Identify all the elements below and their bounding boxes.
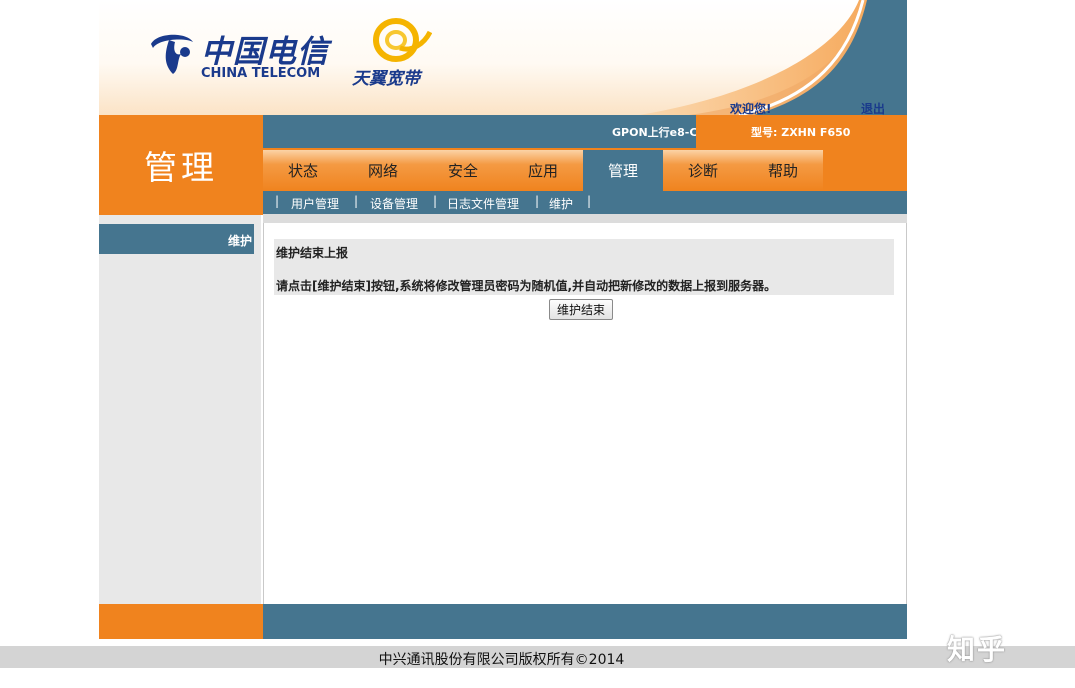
subnav-separator: | [275,194,280,208]
panel-title: 维护结束上报 [276,246,349,260]
tab-management[interactable]: 管理 [583,150,663,191]
device-info-bar: GPON上行e8-C 型号: ZXHN F650 [263,115,907,148]
subnav-divider [263,214,907,223]
subnav-separator: | [433,194,438,208]
maintenance-report-panel: 维护结束上报 请点击[维护结束]按钮,系统将修改管理员密码为随机值,并自动把新修… [274,239,894,295]
tianyi-brand-text: 天翼宽带 [352,69,420,89]
main-tabs: 状态 网络 安全 应用 管理 诊断 帮助 [263,148,907,191]
tab-network[interactable]: 网络 [343,150,423,191]
subnav-user-management[interactable]: 用户管理 [291,195,339,212]
china-telecom-emblem-icon [151,34,193,74]
main-content: 维护结束上报 请点击[维护结束]按钮,系统将修改管理员密码为随机值,并自动把新修… [263,223,907,604]
end-maintenance-button[interactable]: 维护结束 [549,299,614,320]
header-banner: 中国电信 CHINA TELECOM 天翼宽带 欢迎您! 退出 [99,0,907,115]
panel-description: 请点击[维护结束]按钮,系统将修改管理员密码为随机值,并自动把新修改的数据上报到… [276,279,777,293]
copyright-text: 中兴通讯股份有限公司版权所有©2014 [378,652,625,668]
subnav-maintenance[interactable]: 维护 [549,195,573,212]
tab-help[interactable]: 帮助 [743,150,823,191]
sidebar-item-label: 维护 [227,234,252,248]
tab-diagnostics[interactable]: 诊断 [663,150,743,191]
device-name: GPON上行e8-C [612,126,698,139]
section-title: 管理 [144,148,218,187]
tianyi-broadband-logo: 天翼宽带 [352,18,442,89]
tab-status[interactable]: 状态 [263,150,343,191]
model-box: 型号: ZXHN F650 [696,115,907,148]
logout-link[interactable]: 退出 [861,100,885,115]
tab-security[interactable]: 安全 [423,150,503,191]
bottom-bar-left [99,604,263,639]
tab-application[interactable]: 应用 [503,150,583,191]
subnav-separator: | [354,194,359,208]
section-title-box: 管理 [99,115,263,215]
subnav-separator: | [587,194,592,208]
tianyi-swirl-icon [373,18,432,62]
subnav-log-file-management[interactable]: 日志文件管理 [447,195,519,212]
brand-english-name: CHINA TELECOM [201,66,321,81]
sub-navigation: | 用户管理 | 设备管理 | 日志文件管理 | 维护 | [263,191,907,214]
brand-chinese-name: 中国电信 [201,34,329,70]
welcome-text: 欢迎您! [730,102,772,115]
sidebar-item-maintenance[interactable]: 维护 [99,224,254,254]
router-admin-frame: 中国电信 CHINA TELECOM 天翼宽带 欢迎您! 退出 管理 GPON上… [99,0,907,639]
bottom-bar-right [263,604,907,639]
subnav-device-management[interactable]: 设备管理 [370,195,418,212]
device-model: 型号: ZXHN F650 [751,126,851,139]
china-telecom-logo: 中国电信 CHINA TELECOM [147,26,329,86]
footer: 中兴通讯股份有限公司版权所有©2014 [0,646,1075,668]
subnav-separator: | [535,194,540,208]
left-sidebar: 维护 [99,215,261,604]
zhihu-watermark: 知乎 [947,633,1008,666]
